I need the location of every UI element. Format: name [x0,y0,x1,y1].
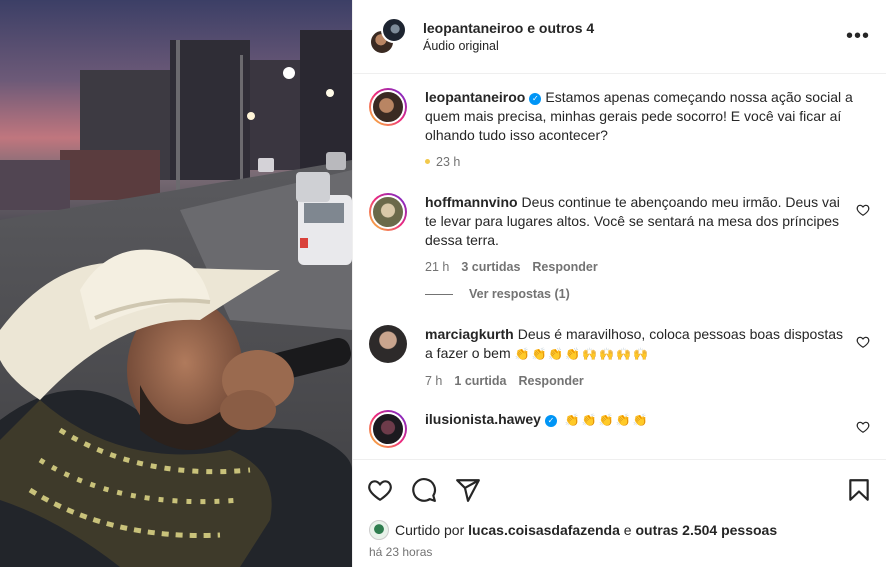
video-frame [0,0,352,567]
avatar[interactable] [369,88,407,126]
comment-username[interactable]: hoffmannvino [425,194,518,210]
likes-middle: e [623,522,632,538]
comments-list[interactable]: leopantaneiroo ✓ Estamos apenas começando … [353,74,886,459]
comment-likes[interactable]: 3 curtidas [461,260,520,274]
comment-body: marciagkurth Deus é maravilhoso, coloca p… [425,325,870,388]
reply-button[interactable]: Responder [532,260,597,274]
comment-body: hoffmannvino Deus continue te abençoando … [425,193,870,274]
avatar[interactable] [369,193,407,231]
header-others[interactable]: e outros 4 [527,20,594,36]
post-header: leopantaneiroo e outros 4 Áudio original… [353,0,886,74]
comment: hoffmannvino Deus continue te abençoando … [369,193,870,274]
caption: leopantaneiroo ✓ Estamos apenas começando … [369,88,870,169]
comment: marciagkurth Deus é maravilhoso, coloca p… [369,325,870,388]
avatar[interactable] [369,520,389,540]
bookmark-icon[interactable] [846,477,872,503]
likes-user[interactable]: lucas.coisasdafazenda [468,522,620,538]
header-title: leopantaneiroo e outros 4 [423,20,594,36]
verified-icon: ✓ [544,415,557,427]
post-view: leopantaneiroo e outros 4 Áudio original… [0,0,886,567]
comment: ilusionista.hawey ✓ 👏👏👏👏👏 [369,410,870,448]
post-time: há 23 horas [369,545,433,559]
comment-text-line: hoffmannvino Deus continue te abençoando … [425,193,844,250]
comment-username[interactable]: marciagkurth [425,326,514,342]
heart-icon[interactable] [367,477,393,503]
status-dot [425,159,430,164]
comment-username[interactable]: ilusionista.hawey [425,411,541,427]
collab-avatars[interactable] [369,16,409,57]
avatar [381,16,407,43]
heart-icon[interactable] [856,203,870,217]
avatar[interactable] [369,325,407,363]
caption-meta: 23 h [425,155,870,169]
heart-icon[interactable] [856,335,870,349]
view-replies-label: Ver respostas (1) [469,287,570,301]
divider [425,293,453,295]
comment-time: 7 h [425,374,443,388]
caption-text-line: leopantaneiroo ✓ Estamos apenas começando … [425,88,870,145]
comment-emoji: 👏👏👏👏🙌🙌🙌🙌 [514,347,651,361]
comment-time: 21 h [425,260,450,274]
header-text: leopantaneiroo e outros 4 Áudio original [423,20,594,53]
comment-text-line: ilusionista.hawey ✓ 👏👏👏👏👏 [425,410,844,430]
comment-meta: 7 h 1 curtida Responder [425,374,844,388]
audio-link[interactable]: Áudio original [423,39,594,53]
reply-button[interactable]: Responder [519,374,584,388]
comment-emoji: 👏👏👏👏👏 [564,413,650,427]
comment-text-line: marciagkurth Deus é maravilhoso, coloca p… [425,325,844,364]
view-replies-button[interactable]: Ver respostas (1) [425,287,870,301]
caption-body: leopantaneiroo ✓ Estamos apenas começando … [425,88,870,169]
comment-meta: 21 h 3 curtidas Responder [425,260,844,274]
heart-icon[interactable] [856,420,870,434]
likes-prefix: Curtido por [395,522,465,538]
comment-likes[interactable]: 1 curtida [454,374,506,388]
caption-username[interactable]: leopantaneiroo [425,89,525,105]
avatar[interactable] [369,410,407,448]
comment-body: ilusionista.hawey ✓ 👏👏👏👏👏 [425,410,870,448]
post-video[interactable] [0,0,352,567]
share-icon[interactable] [455,477,481,503]
header-username[interactable]: leopantaneiroo [423,20,523,36]
comment-icon[interactable] [411,477,437,503]
caption-time: 23 h [436,155,461,169]
likes-summary: Curtido por lucas.coisasdafazenda e outr… [353,519,886,541]
likes-others[interactable]: outras 2.504 pessoas [635,522,777,538]
action-bar [353,459,886,519]
post-panel: leopantaneiroo e outros 4 Áudio original… [352,0,886,567]
verified-icon: ✓ [529,93,542,105]
more-icon[interactable]: ••• [846,26,870,46]
